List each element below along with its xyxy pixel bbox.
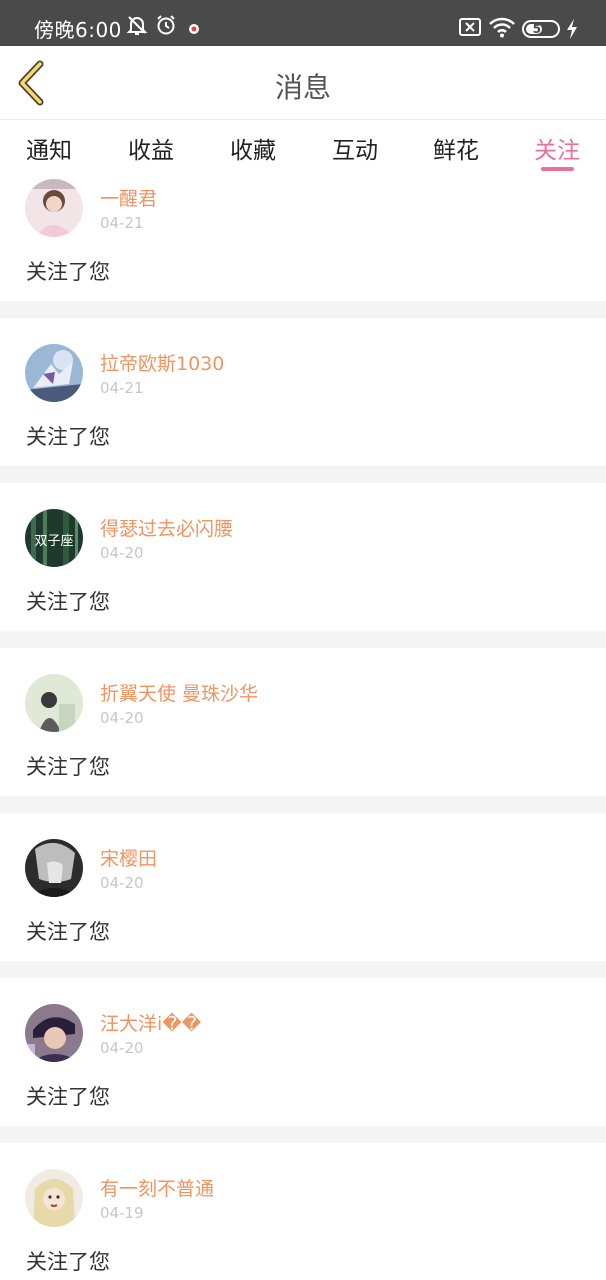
- charging-icon: [566, 19, 578, 43]
- list-item[interactable]: 拉帝欧斯1030 04-21 关注了您: [0, 318, 606, 449]
- avatar[interactable]: [25, 344, 83, 402]
- message-text: 关注了您: [26, 260, 110, 284]
- username[interactable]: 拉帝欧斯1030: [100, 349, 224, 376]
- tab-bar: 通知 收益 收藏 互动 鲜花 关注: [0, 121, 606, 175]
- wifi-icon: [489, 16, 515, 42]
- list-separator: [0, 466, 606, 483]
- status-bar: 傍晚6:00 52: [0, 0, 606, 46]
- active-tab-indicator: [541, 167, 574, 171]
- username[interactable]: 一醒君: [100, 184, 157, 211]
- sim-blocked-icon: [459, 18, 481, 40]
- bell-off-icon: [126, 14, 148, 40]
- list-item[interactable]: 汪大洋i�� 04-20 关注了您: [0, 978, 606, 1109]
- message-date: 04-20: [100, 874, 144, 892]
- battery-level-text: 52: [532, 22, 550, 36]
- avatar[interactable]: [25, 1169, 83, 1227]
- username[interactable]: 得瑟过去必闪腰: [100, 514, 233, 541]
- page-title: 消息: [274, 71, 331, 104]
- avatar[interactable]: 双子座: [25, 509, 83, 567]
- alarm-icon: [155, 14, 177, 40]
- message-date: 04-20: [100, 709, 144, 727]
- tab-favorites[interactable]: 收藏: [213, 131, 293, 165]
- list-item[interactable]: 宋樱田 04-20 关注了您: [0, 813, 606, 944]
- username[interactable]: 汪大洋i��: [100, 1009, 201, 1036]
- message-text: 关注了您: [26, 590, 110, 614]
- tab-notifications[interactable]: 通知: [9, 131, 89, 165]
- tab-flowers[interactable]: 鲜花: [416, 131, 496, 165]
- app-header: 消息: [0, 46, 606, 120]
- username[interactable]: 宋樱田: [100, 844, 157, 871]
- list-separator: [0, 796, 606, 813]
- avatar[interactable]: [25, 179, 83, 237]
- message-text: 关注了您: [26, 755, 110, 779]
- avatar[interactable]: [25, 1004, 83, 1062]
- list-item[interactable]: 双子座 得瑟过去必闪腰 04-20 关注了您: [0, 483, 606, 614]
- list-separator: [0, 631, 606, 648]
- tab-interactions[interactable]: 互动: [315, 131, 395, 165]
- list-item[interactable]: 一醒君 04-21 关注了您: [0, 175, 606, 301]
- avatar[interactable]: [25, 674, 83, 732]
- message-date: 04-21: [100, 379, 144, 397]
- list-separator: [0, 961, 606, 978]
- message-date: 04-20: [100, 1039, 144, 1057]
- username[interactable]: 有一刻不普通: [100, 1174, 214, 1201]
- tab-follows[interactable]: 关注: [517, 131, 597, 165]
- tab-earnings[interactable]: 收益: [111, 131, 191, 165]
- avatar[interactable]: [25, 839, 83, 897]
- list-item[interactable]: 折翼天使 曼珠沙华 04-20 关注了您: [0, 648, 606, 779]
- message-text: 关注了您: [26, 920, 110, 944]
- message-text: 关注了您: [26, 425, 110, 449]
- message-date: 04-19: [100, 1204, 144, 1222]
- username[interactable]: 折翼天使 曼珠沙华: [100, 679, 258, 706]
- list-separator: [0, 1126, 606, 1143]
- list-separator: [0, 301, 606, 318]
- message-text: 关注了您: [26, 1250, 110, 1274]
- status-time: 傍晚6:00: [34, 18, 122, 42]
- message-date: 04-20: [100, 544, 144, 562]
- svg-text:双子座: 双子座: [34, 534, 73, 549]
- battery-icon: 52: [522, 20, 560, 38]
- notification-dot-icon: [188, 20, 200, 39]
- list-item[interactable]: 有一刻不普通 04-19 关注了您: [0, 1143, 606, 1274]
- message-text: 关注了您: [26, 1085, 110, 1109]
- message-date: 04-21: [100, 214, 144, 232]
